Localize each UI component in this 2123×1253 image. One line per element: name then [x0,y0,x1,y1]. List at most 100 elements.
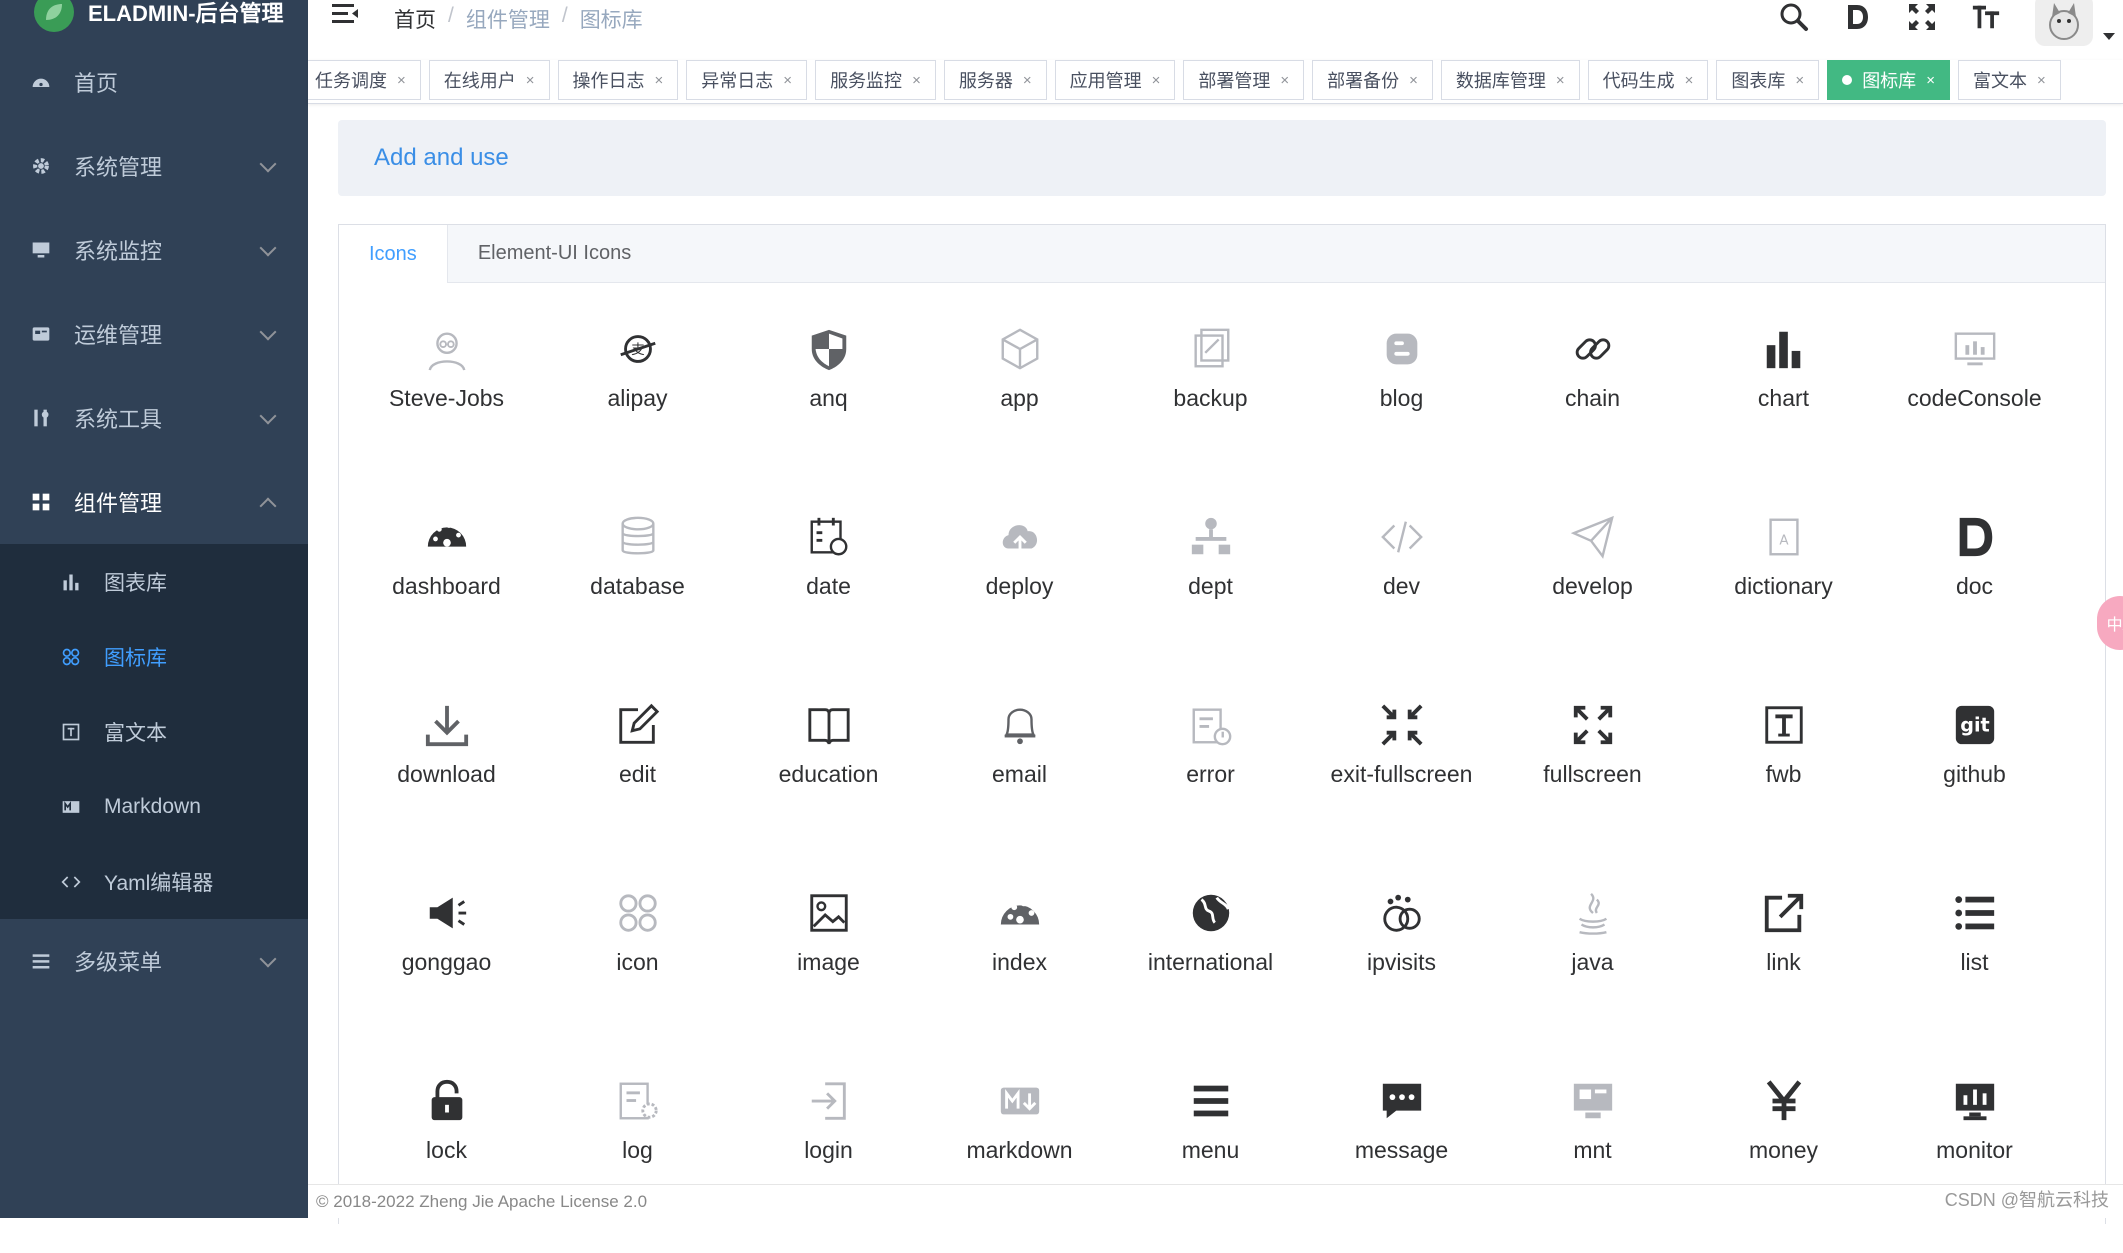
caret-down-icon[interactable] [2103,33,2115,40]
icon-item[interactable]: chart [1688,313,1879,501]
sidebar-item-4[interactable]: 系统工具 [0,376,308,460]
close-icon[interactable]: × [1685,72,1694,89]
icon-item[interactable]: doc [1879,501,2070,689]
icon-item[interactable]: fullscreen [1497,689,1688,877]
submenu-item-0[interactable]: 图表库 [0,544,308,619]
close-icon[interactable]: × [1152,72,1161,89]
doc-icon[interactable] [1843,0,1873,34]
close-icon[interactable]: × [655,72,664,89]
close-icon[interactable]: × [526,72,535,89]
font-size-icon[interactable] [1971,0,2001,34]
sidebar-item-6[interactable]: 多级菜单 [0,919,308,1003]
icon-item[interactable]: error [1115,689,1306,877]
tag-6[interactable]: 应用管理 × [1054,60,1176,100]
tag-4[interactable]: 服务监控 × [815,60,936,100]
icon-item[interactable]: app [924,313,1115,501]
tab-icons[interactable]: Icons [339,225,448,283]
icon-item[interactable]: 支 alipay [542,313,733,501]
tag-12[interactable]: 图标库 × [1827,60,1950,100]
icon-item[interactable]: edit [542,689,733,877]
tag-3[interactable]: 异常日志 × [686,60,808,100]
breadcrumb-item-home[interactable]: 首页 [394,4,436,34]
close-icon[interactable]: × [1795,72,1804,89]
submenu-item-3[interactable]: Markdown [0,769,308,844]
icon-item[interactable]: education [733,689,924,877]
icon-item[interactable]: fwb [1688,689,1879,877]
java-icon [1569,889,1617,937]
close-icon[interactable]: × [912,72,921,89]
icon-item[interactable]: develop [1497,501,1688,689]
close-icon[interactable]: × [783,72,792,89]
tag-7[interactable]: 部署管理 × [1183,60,1305,100]
tag-10[interactable]: 代码生成 × [1587,60,1709,100]
icon-item[interactable]: log [542,1065,733,1253]
icon-item[interactable]: international [1115,877,1306,1065]
add-and-use-link[interactable]: Add and use [338,120,2106,196]
icon-item[interactable]: blog [1306,313,1497,501]
icon-item[interactable]: dept [1115,501,1306,689]
sidebar-item-5[interactable]: 组件管理 [0,460,308,544]
tag-1[interactable]: 在线用户 × [428,60,550,100]
icon-item[interactable]: monitor [1879,1065,2070,1253]
close-icon[interactable]: × [1023,72,1032,89]
icon-item[interactable]: java [1497,877,1688,1065]
icon-item[interactable]: markdown [924,1065,1115,1253]
sidebar-item-2[interactable]: 系统监控 [0,208,308,292]
hamburger-icon[interactable] [332,2,360,26]
icon-item[interactable]: exit-fullscreen [1306,689,1497,877]
icon-item[interactable]: lock [351,1065,542,1253]
icon-item[interactable]: codeConsole [1879,313,2070,501]
icon-item[interactable]: dashboard [351,501,542,689]
close-icon[interactable]: × [1409,72,1418,89]
sidebar-item-0[interactable]: 首页 [0,40,308,124]
icon-item[interactable]: email [924,689,1115,877]
icon-item[interactable]: download [351,689,542,877]
icon-item[interactable]: gonggao [351,877,542,1065]
icon-item[interactable]: date [733,501,924,689]
icon-item[interactable]: login [733,1065,924,1253]
icon-item[interactable]: A dictionary [1688,501,1879,689]
sidebar-item-1[interactable]: 系统管理 [0,124,308,208]
icon-item[interactable]: icon [542,877,733,1065]
close-icon[interactable]: × [1926,72,1935,89]
icon-item[interactable]: anq [733,313,924,501]
tag-0[interactable]: 任务调度 × [308,60,421,100]
tag-9[interactable]: 数据库管理 × [1440,60,1580,100]
fullscreen-icon[interactable] [1907,0,1937,34]
close-icon[interactable]: × [1556,72,1565,89]
icon-item[interactable]: mnt [1497,1065,1688,1253]
close-icon[interactable]: × [397,72,406,89]
icon-item[interactable]: Steve-Jobs [351,313,542,501]
submenu-item-1[interactable]: 图标库 [0,619,308,694]
icon-item[interactable]: list [1879,877,2070,1065]
tag-2[interactable]: 操作日志 × [557,60,679,100]
icon-item[interactable]: index [924,877,1115,1065]
icon-item[interactable]: ipvisits [1306,877,1497,1065]
tag-13[interactable]: 富文本 × [1957,60,2061,100]
tag-5[interactable]: 服务器 × [943,60,1047,100]
icon-item[interactable]: deploy [924,501,1115,689]
icon-item[interactable]: backup [1115,313,1306,501]
user-avatar[interactable] [2035,0,2115,46]
icon-item[interactable]: chain [1497,313,1688,501]
breadcrumb-item-components[interactable]: 组件管理 [466,4,550,34]
icon-item[interactable]: image [733,877,924,1065]
sidebar-item-3[interactable]: 运维管理 [0,292,308,376]
search-icon[interactable] [1779,0,1809,34]
tag-11[interactable]: 图表库 × [1716,60,1820,100]
icon-item[interactable]: message [1306,1065,1497,1253]
icon-label: log [622,1137,653,1163]
close-icon[interactable]: × [2037,72,2046,89]
app-logo[interactable]: ELADMIN-后台管理 [0,0,308,40]
icon-item[interactable]: database [542,501,733,689]
icon-item[interactable]: menu [1115,1065,1306,1253]
close-icon[interactable]: × [1280,72,1289,89]
icon-item[interactable]: money [1688,1065,1879,1253]
tag-8[interactable]: 部署备份 × [1312,60,1433,100]
submenu-item-2[interactable]: 富文本 [0,694,308,769]
icon-item[interactable]: git github [1879,689,2070,877]
submenu-item-4[interactable]: Yaml编辑器 [0,844,308,919]
icon-item[interactable]: dev [1306,501,1497,689]
icon-item[interactable]: link [1688,877,1879,1065]
tab-element-ui-icons[interactable]: Element-UI Icons [448,225,661,282]
